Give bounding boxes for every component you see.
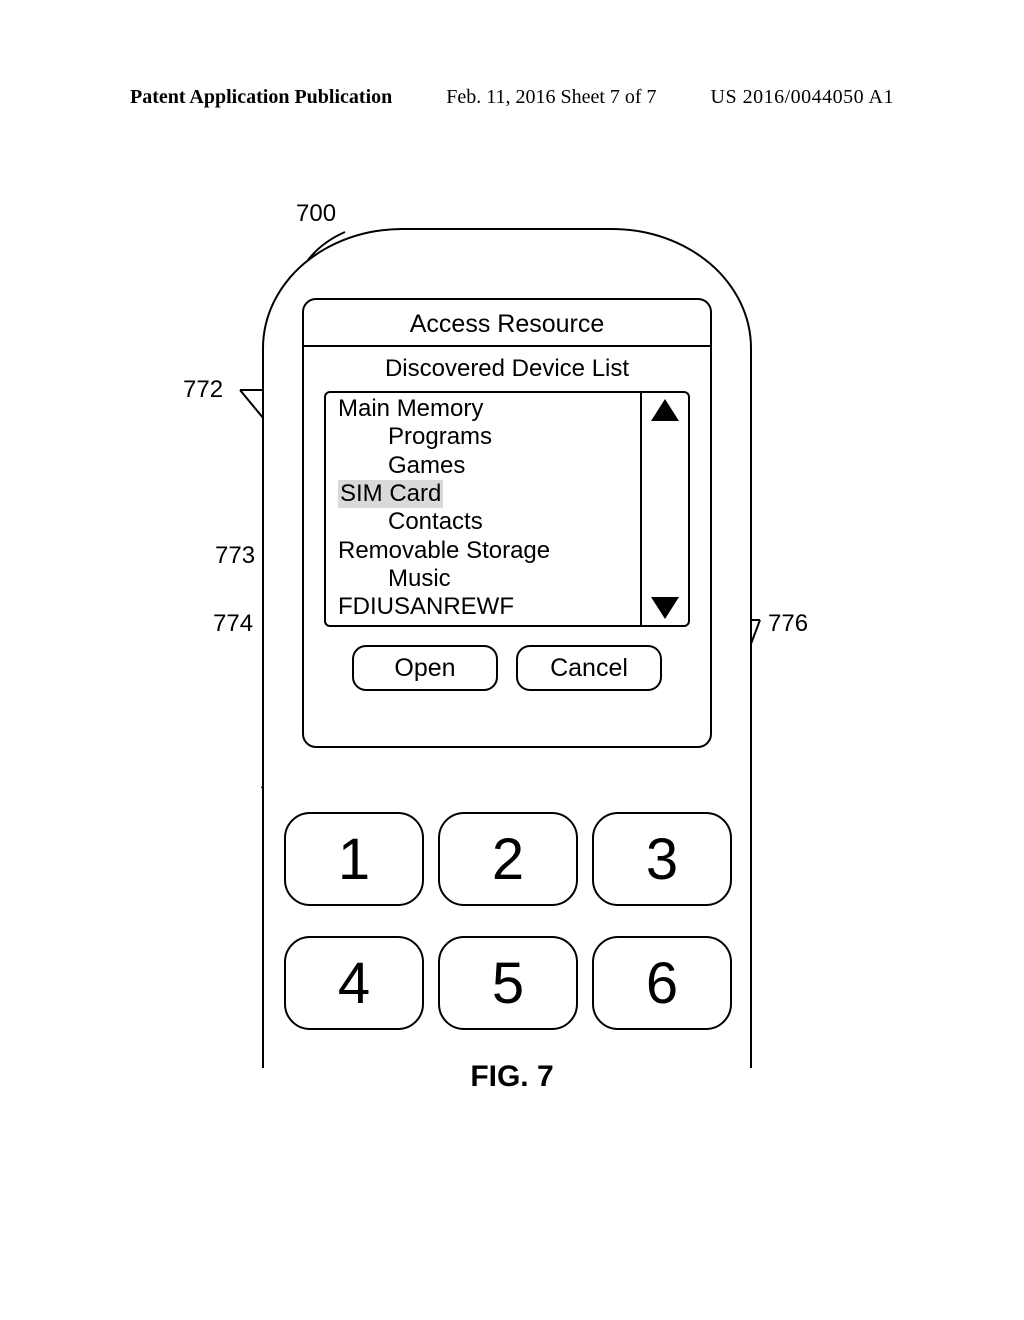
list-item-label: Removable Storage <box>338 537 550 564</box>
list-item[interactable]: FDIUSANREWF <box>330 593 636 621</box>
key-2[interactable]: 2 <box>438 812 578 906</box>
scrollbar[interactable] <box>640 393 688 625</box>
screen-title: Access Resource <box>304 300 710 341</box>
list-heading: Discovered Device List <box>304 347 710 387</box>
list-item[interactable]: Music <box>330 565 636 593</box>
key-1[interactable]: 1 <box>284 812 424 906</box>
list-item[interactable]: Programs <box>330 423 636 451</box>
ref-773: 773 <box>215 542 255 570</box>
list-item[interactable]: Removable Storage <box>330 537 636 565</box>
list-item-label: Contacts <box>388 508 483 535</box>
device-list-frame: Main Memory Programs Games SIM Card Cont… <box>324 391 690 627</box>
key-4[interactable]: 4 <box>284 936 424 1030</box>
scroll-up-icon[interactable] <box>651 399 679 421</box>
key-3[interactable]: 3 <box>592 812 732 906</box>
header-right: US 2016/0044050 A1 <box>711 86 894 109</box>
action-row: Open Cancel <box>304 645 710 691</box>
list-item-label: Music <box>388 565 451 592</box>
list-item[interactable]: Contacts <box>330 508 636 536</box>
list-item-selected[interactable]: SIM Card <box>330 480 636 508</box>
list-item-label: Programs <box>388 423 492 450</box>
list-item[interactable]: Games <box>330 452 636 480</box>
open-button[interactable]: Open <box>352 645 498 691</box>
list-item[interactable]: Main Memory <box>330 395 636 423</box>
key-6[interactable]: 6 <box>592 936 732 1030</box>
ref-700: 700 <box>296 200 336 228</box>
keypad: 1 2 3 4 5 6 <box>278 812 738 1060</box>
ref-776: 776 <box>768 610 808 638</box>
header-center: Feb. 11, 2016 Sheet 7 of 7 <box>446 86 656 109</box>
page-header: Patent Application Publication Feb. 11, … <box>0 86 1024 109</box>
ref-772: 772 <box>183 376 223 404</box>
scroll-down-icon[interactable] <box>651 597 679 619</box>
device-list[interactable]: Main Memory Programs Games SIM Card Cont… <box>326 393 640 625</box>
header-left: Patent Application Publication <box>130 86 392 109</box>
list-item-label: Games <box>388 452 465 479</box>
cancel-button[interactable]: Cancel <box>516 645 662 691</box>
key-5[interactable]: 5 <box>438 936 578 1030</box>
list-item-label: Main Memory <box>338 395 483 422</box>
list-item-label: SIM Card <box>338 480 443 508</box>
ref-774: 774 <box>213 610 253 638</box>
figure-caption: FIG. 7 <box>0 1060 1024 1094</box>
device-screen: Access Resource Discovered Device List M… <box>302 298 712 748</box>
list-item-label: FDIUSANREWF <box>338 593 514 620</box>
